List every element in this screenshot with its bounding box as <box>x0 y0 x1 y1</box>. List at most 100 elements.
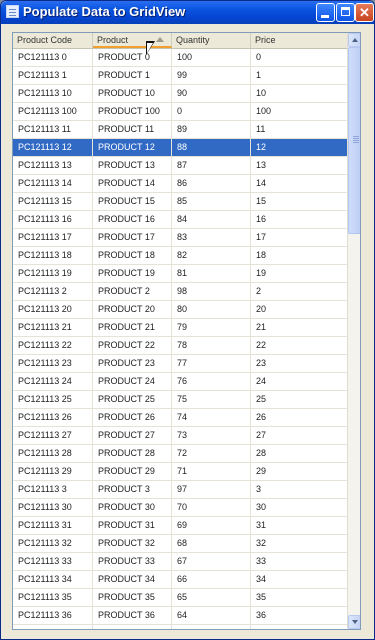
cell-product[interactable]: PRODUCT 31 <box>93 517 172 534</box>
table-row[interactable]: PC121113 22 PRODUCT 22 78 22 <box>13 337 347 355</box>
cell-quantity[interactable]: 87 <box>172 157 251 174</box>
cell-price[interactable]: 16 <box>251 211 347 228</box>
cell-price[interactable]: 30 <box>251 499 347 516</box>
cell-product-code[interactable]: PC121113 17 <box>13 229 93 246</box>
cell-product-code[interactable]: PC121113 0 <box>13 49 93 66</box>
table-row[interactable]: PC121113 32 PRODUCT 32 68 32 <box>13 535 347 553</box>
table-row[interactable]: PC121113 36 PRODUCT 36 64 36 <box>13 607 347 625</box>
cell-quantity[interactable]: 79 <box>172 319 251 336</box>
cell-quantity[interactable]: 85 <box>172 193 251 210</box>
cell-price[interactable]: 15 <box>251 193 347 210</box>
cell-product-code[interactable]: PC121113 18 <box>13 247 93 264</box>
cell-product-code[interactable]: PC121113 27 <box>13 427 93 444</box>
cell-product[interactable]: PRODUCT 1 <box>93 67 172 84</box>
table-row[interactable]: PC121113 21 PRODUCT 21 79 21 <box>13 319 347 337</box>
cell-product[interactable]: PRODUCT 11 <box>93 121 172 138</box>
cell-product-code[interactable]: PC121113 32 <box>13 535 93 552</box>
cell-product[interactable]: PRODUCT 14 <box>93 175 172 192</box>
column-header-product-code[interactable]: Product Code <box>13 33 93 48</box>
scrollbar-thumb[interactable] <box>348 47 360 234</box>
table-row[interactable]: PC121113 34 PRODUCT 34 66 34 <box>13 571 347 589</box>
cell-price[interactable]: 35 <box>251 589 347 606</box>
cell-product[interactable]: PRODUCT 0 <box>93 49 172 66</box>
cell-product-code[interactable]: PC121113 33 <box>13 553 93 570</box>
cell-price[interactable]: 1 <box>251 67 347 84</box>
cell-product[interactable]: PRODUCT 35 <box>93 589 172 606</box>
table-row[interactable]: PC121113 14 PRODUCT 14 86 14 <box>13 175 347 193</box>
table-row[interactable]: PC121113 11 PRODUCT 11 89 11 <box>13 121 347 139</box>
cell-product-code[interactable]: PC121113 20 <box>13 301 93 318</box>
cell-quantity[interactable]: 100 <box>172 49 251 66</box>
cell-product[interactable]: PRODUCT 28 <box>93 445 172 462</box>
cell-price[interactable]: 29 <box>251 463 347 480</box>
cell-quantity[interactable]: 99 <box>172 67 251 84</box>
table-row[interactable]: PC121113 19 PRODUCT 19 81 19 <box>13 265 347 283</box>
cell-product[interactable]: PRODUCT 21 <box>93 319 172 336</box>
minimize-button[interactable] <box>316 3 335 22</box>
cell-price[interactable]: 36 <box>251 607 347 624</box>
table-row[interactable]: PC121113 17 PRODUCT 17 83 17 <box>13 229 347 247</box>
cell-product-code[interactable]: PC121113 37 <box>13 625 93 629</box>
table-row[interactable]: PC121113 26 PRODUCT 26 74 26 <box>13 409 347 427</box>
cell-product[interactable]: PRODUCT 13 <box>93 157 172 174</box>
cell-product-code[interactable]: PC121113 30 <box>13 499 93 516</box>
cell-price[interactable]: 23 <box>251 355 347 372</box>
cell-quantity[interactable]: 70 <box>172 499 251 516</box>
cell-product-code[interactable]: PC121113 100 <box>13 103 93 120</box>
cell-product[interactable]: PRODUCT 17 <box>93 229 172 246</box>
cell-price[interactable]: 14 <box>251 175 347 192</box>
cell-product[interactable]: PRODUCT 12 <box>93 139 172 156</box>
table-row[interactable]: PC121113 23 PRODUCT 23 77 23 <box>13 355 347 373</box>
column-header-product[interactable]: Product <box>93 33 172 48</box>
cell-quantity[interactable]: 75 <box>172 391 251 408</box>
column-header-quantity[interactable]: Quantity <box>172 33 251 48</box>
cell-price[interactable]: 34 <box>251 571 347 588</box>
cell-product-code[interactable]: PC121113 23 <box>13 355 93 372</box>
cell-quantity[interactable]: 90 <box>172 85 251 102</box>
cell-product[interactable]: PRODUCT 34 <box>93 571 172 588</box>
cell-price[interactable]: 27 <box>251 427 347 444</box>
cell-price[interactable]: 2 <box>251 283 347 300</box>
cell-product-code[interactable]: PC121113 36 <box>13 607 93 624</box>
close-button[interactable]: ✕ <box>355 3 374 22</box>
table-row[interactable]: PC121113 20 PRODUCT 20 80 20 <box>13 301 347 319</box>
cell-quantity[interactable]: 71 <box>172 463 251 480</box>
table-row[interactable]: PC121113 12 PRODUCT 12 88 12 <box>13 139 347 157</box>
cell-price[interactable]: 20 <box>251 301 347 318</box>
cell-product-code[interactable]: PC121113 15 <box>13 193 93 210</box>
cell-product-code[interactable]: PC121113 25 <box>13 391 93 408</box>
cell-product[interactable]: PRODUCT 23 <box>93 355 172 372</box>
cell-quantity[interactable]: 80 <box>172 301 251 318</box>
cell-product-code[interactable]: PC121113 31 <box>13 517 93 534</box>
cell-quantity[interactable]: 76 <box>172 373 251 390</box>
cell-quantity[interactable]: 63 <box>172 625 251 629</box>
cell-product[interactable]: PRODUCT 32 <box>93 535 172 552</box>
table-row[interactable]: PC121113 3 PRODUCT 3 97 3 <box>13 481 347 499</box>
cell-product[interactable]: PRODUCT 2 <box>93 283 172 300</box>
cell-quantity[interactable]: 98 <box>172 283 251 300</box>
cell-product-code[interactable]: PC121113 2 <box>13 283 93 300</box>
cell-product-code[interactable]: PC121113 28 <box>13 445 93 462</box>
cell-price[interactable]: 3 <box>251 481 347 498</box>
cell-product[interactable]: PRODUCT 18 <box>93 247 172 264</box>
table-row[interactable]: PC121113 100 PRODUCT 100 0 100 <box>13 103 347 121</box>
cell-product[interactable]: PRODUCT 15 <box>93 193 172 210</box>
cell-product[interactable]: PRODUCT 33 <box>93 553 172 570</box>
table-row[interactable]: PC121113 33 PRODUCT 33 67 33 <box>13 553 347 571</box>
cell-product[interactable]: PRODUCT 27 <box>93 427 172 444</box>
cell-product-code[interactable]: PC121113 34 <box>13 571 93 588</box>
cell-quantity[interactable]: 84 <box>172 211 251 228</box>
cell-price[interactable]: 12 <box>251 139 347 156</box>
cell-quantity[interactable]: 83 <box>172 229 251 246</box>
scroll-up-button[interactable] <box>348 33 360 47</box>
cell-quantity[interactable]: 66 <box>172 571 251 588</box>
cell-product[interactable]: PRODUCT 3 <box>93 481 172 498</box>
table-row[interactable]: PC121113 25 PRODUCT 25 75 25 <box>13 391 347 409</box>
cell-product[interactable]: PRODUCT 25 <box>93 391 172 408</box>
cell-quantity[interactable]: 69 <box>172 517 251 534</box>
table-row[interactable]: PC121113 35 PRODUCT 35 65 35 <box>13 589 347 607</box>
cell-product[interactable]: PRODUCT 19 <box>93 265 172 282</box>
cell-product-code[interactable]: PC121113 16 <box>13 211 93 228</box>
cell-product[interactable]: PRODUCT 100 <box>93 103 172 120</box>
cell-product-code[interactable]: PC121113 12 <box>13 139 93 156</box>
